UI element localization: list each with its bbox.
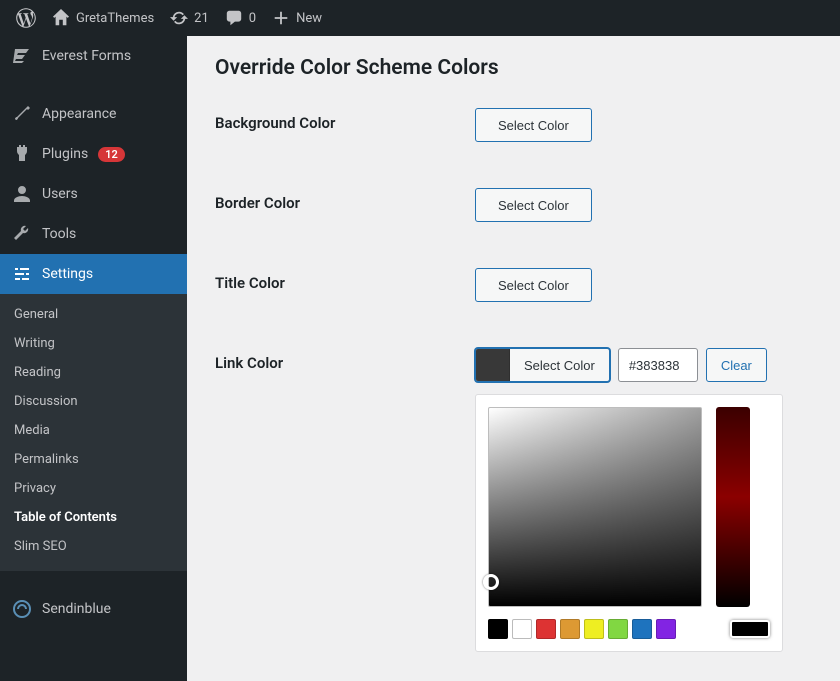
- submenu-permalinks[interactable]: Permalinks: [0, 445, 187, 474]
- sidebar-item-users[interactable]: Users: [0, 174, 187, 214]
- button-label: Select Color: [476, 118, 591, 133]
- submenu-slimseo[interactable]: Slim SEO: [0, 532, 187, 561]
- sidebar-label: Sendinblue: [42, 601, 111, 617]
- settings-submenu: General Writing Reading Discussion Media…: [0, 294, 187, 571]
- sidebar-label: Settings: [42, 266, 93, 282]
- updates-count: 21: [194, 11, 209, 26]
- palette-swatch[interactable]: [560, 619, 580, 639]
- palette-swatch[interactable]: [512, 619, 532, 639]
- field-label: Border Color: [215, 188, 475, 212]
- submenu-general[interactable]: General: [0, 300, 187, 329]
- wp-logo[interactable]: [8, 0, 44, 36]
- sidebar-item-settings[interactable]: Settings: [0, 254, 187, 294]
- field-label: Link Color: [215, 348, 475, 372]
- plugins-update-badge: 12: [98, 147, 125, 162]
- sidebar-item-appearance[interactable]: Appearance: [0, 94, 187, 134]
- admin-bar: GretaThemes 21 0 New: [0, 0, 840, 36]
- new-label: New: [296, 11, 322, 26]
- submenu-privacy[interactable]: Privacy: [0, 474, 187, 503]
- field-label: Title Color: [215, 268, 475, 292]
- color-picker-panel: [475, 394, 783, 652]
- button-label: Select Color: [476, 198, 591, 213]
- section-title: Override Color Scheme Colors: [215, 56, 812, 80]
- button-label: Select Color: [476, 278, 591, 293]
- sidebar-label: Everest Forms: [42, 48, 131, 64]
- site-name: GretaThemes: [76, 11, 154, 26]
- main-content: Override Color Scheme Colors Background …: [187, 36, 840, 681]
- clear-button[interactable]: Clear: [706, 348, 767, 382]
- site-home-link[interactable]: GretaThemes: [44, 0, 162, 36]
- submenu-media[interactable]: Media: [0, 416, 187, 445]
- sidebar-item-plugins[interactable]: Plugins 12: [0, 134, 187, 174]
- picker-cursor[interactable]: [483, 574, 499, 590]
- hue-slider-handle[interactable]: [730, 620, 770, 638]
- palette-swatch[interactable]: [536, 619, 556, 639]
- button-label: Select Color: [510, 358, 609, 373]
- plug-icon: [12, 144, 32, 164]
- sidebar-item-everest-forms[interactable]: Everest Forms: [0, 36, 187, 76]
- select-color-button[interactable]: Select Color: [475, 268, 592, 302]
- palette-swatch[interactable]: [632, 619, 652, 639]
- palette-swatch[interactable]: [584, 619, 604, 639]
- updates-link[interactable]: 21: [162, 0, 217, 36]
- sidebar-item-tools[interactable]: Tools: [0, 214, 187, 254]
- sliders-icon: [12, 264, 32, 284]
- submenu-toc[interactable]: Table of Contents: [0, 503, 187, 532]
- submenu-writing[interactable]: Writing: [0, 329, 187, 358]
- hex-input[interactable]: [618, 348, 698, 382]
- sidebar-label: Appearance: [42, 106, 116, 122]
- sidebar-label: Users: [42, 186, 78, 202]
- user-icon: [12, 184, 32, 204]
- comments-link[interactable]: 0: [217, 0, 264, 36]
- sidebar-label: Plugins: [42, 146, 88, 162]
- palette-swatch[interactable]: [488, 619, 508, 639]
- sendinblue-icon: [12, 599, 32, 619]
- brush-icon: [12, 104, 32, 124]
- current-color-swatch: [476, 349, 510, 381]
- field-title-color: Title Color Select Color: [215, 268, 812, 302]
- wrench-icon: [12, 224, 32, 244]
- palette-swatch[interactable]: [608, 619, 628, 639]
- sidebar-label: Tools: [42, 226, 76, 242]
- field-border-color: Border Color Select Color: [215, 188, 812, 222]
- field-background-color: Background Color Select Color: [215, 108, 812, 142]
- form-icon: [12, 46, 32, 66]
- select-color-button[interactable]: Select Color: [475, 348, 610, 382]
- admin-sidebar: Everest Forms Appearance Plugins 12 User…: [0, 36, 187, 681]
- select-color-button[interactable]: Select Color: [475, 188, 592, 222]
- select-color-button[interactable]: Select Color: [475, 108, 592, 142]
- saturation-value-area[interactable]: [488, 407, 702, 607]
- palette-swatch[interactable]: [656, 619, 676, 639]
- submenu-discussion[interactable]: Discussion: [0, 387, 187, 416]
- field-label: Background Color: [215, 108, 475, 132]
- submenu-reading[interactable]: Reading: [0, 358, 187, 387]
- comments-count: 0: [249, 11, 256, 26]
- hue-slider[interactable]: [716, 407, 750, 607]
- sidebar-item-sendinblue[interactable]: Sendinblue: [0, 589, 187, 629]
- field-link-color: Link Color Select Color Clear: [215, 348, 812, 382]
- new-content-link[interactable]: New: [264, 0, 330, 36]
